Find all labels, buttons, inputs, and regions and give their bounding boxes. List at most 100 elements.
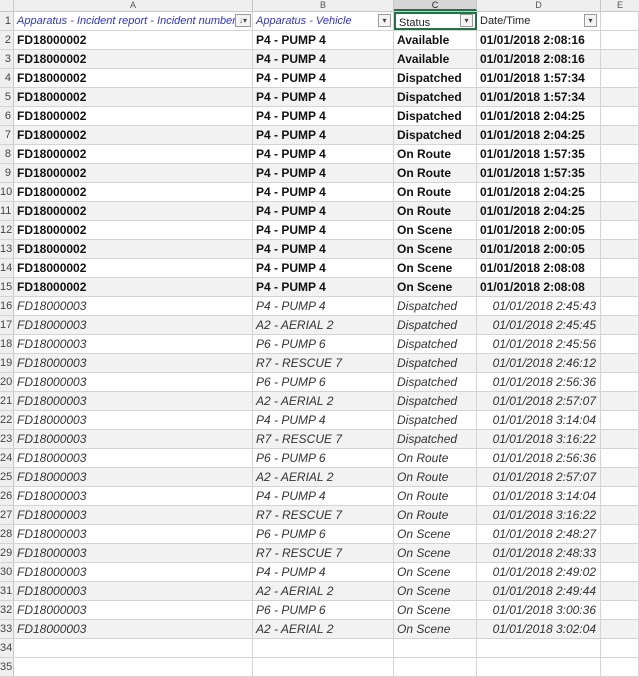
incident-number-cell[interactable]: FD18000003 xyxy=(14,392,253,410)
status-cell[interactable]: On Route xyxy=(394,506,477,524)
empty-cell[interactable] xyxy=(601,183,639,201)
status-cell[interactable]: On Route xyxy=(394,145,477,163)
empty-cell[interactable] xyxy=(601,316,639,334)
row-number[interactable]: 17 xyxy=(0,316,14,334)
status-cell[interactable]: On Route xyxy=(394,183,477,201)
status-cell[interactable]: Dispatched xyxy=(394,373,477,391)
incident-number-cell[interactable]: FD18000002 xyxy=(14,126,253,144)
row-number[interactable]: 27 xyxy=(0,506,14,524)
row-number[interactable]: 2 xyxy=(0,31,14,49)
empty-cell[interactable] xyxy=(601,525,639,543)
row-number[interactable]: 34 xyxy=(0,639,14,657)
vehicle-cell[interactable]: P4 - PUMP 4 xyxy=(253,126,394,144)
vehicle-cell[interactable]: P6 - PUMP 6 xyxy=(253,373,394,391)
status-cell[interactable]: On Scene xyxy=(394,278,477,296)
status-cell[interactable]: Dispatched xyxy=(394,354,477,372)
datetime-cell[interactable]: 01/01/2018 2:04:25 xyxy=(477,183,601,201)
row-number[interactable]: 19 xyxy=(0,354,14,372)
status-cell[interactable]: Dispatched xyxy=(394,411,477,429)
vehicle-cell[interactable]: P6 - PUMP 6 xyxy=(253,601,394,619)
datetime-cell[interactable]: 01/01/2018 2:45:43 xyxy=(477,297,601,315)
row-number[interactable]: 31 xyxy=(0,582,14,600)
vehicle-cell[interactable]: P4 - PUMP 4 xyxy=(253,297,394,315)
incident-number-cell[interactable]: FD18000003 xyxy=(14,316,253,334)
vehicle-cell[interactable]: P4 - PUMP 4 xyxy=(253,183,394,201)
column-header-b[interactable]: B xyxy=(253,0,394,11)
empty-cell[interactable] xyxy=(601,354,639,372)
incident-number-cell[interactable]: FD18000003 xyxy=(14,411,253,429)
row-number[interactable]: 5 xyxy=(0,88,14,106)
status-cell[interactable]: On Route xyxy=(394,468,477,486)
datetime-cell[interactable]: 01/01/2018 2:00:05 xyxy=(477,240,601,258)
empty-cell[interactable] xyxy=(394,658,477,676)
empty-cell[interactable] xyxy=(601,658,639,676)
empty-cell[interactable] xyxy=(14,639,253,657)
vehicle-cell[interactable]: P4 - PUMP 4 xyxy=(253,107,394,125)
datetime-cell[interactable]: 01/01/2018 2:45:56 xyxy=(477,335,601,353)
row-number[interactable]: 30 xyxy=(0,563,14,581)
incident-number-cell[interactable]: FD18000003 xyxy=(14,544,253,562)
empty-cell[interactable] xyxy=(601,164,639,182)
datetime-cell[interactable]: 01/01/2018 2:48:33 xyxy=(477,544,601,562)
row-number[interactable]: 3 xyxy=(0,50,14,68)
vehicle-cell[interactable]: P4 - PUMP 4 xyxy=(253,278,394,296)
incident-number-cell[interactable]: FD18000003 xyxy=(14,506,253,524)
select-all-corner[interactable] xyxy=(0,0,14,11)
row-number[interactable]: 12 xyxy=(0,221,14,239)
status-cell[interactable]: On Scene xyxy=(394,221,477,239)
row-number[interactable]: 35 xyxy=(0,658,14,676)
filter-dropdown-icon[interactable]: ▾ xyxy=(378,14,391,27)
datetime-cell[interactable]: 01/01/2018 1:57:35 xyxy=(477,145,601,163)
empty-cell[interactable] xyxy=(601,126,639,144)
row-number[interactable]: 23 xyxy=(0,430,14,448)
empty-cell[interactable] xyxy=(601,544,639,562)
incident-number-cell[interactable]: FD18000002 xyxy=(14,240,253,258)
row-number[interactable]: 16 xyxy=(0,297,14,315)
datetime-cell[interactable]: 01/01/2018 2:08:16 xyxy=(477,50,601,68)
status-cell[interactable]: Available xyxy=(394,50,477,68)
row-number[interactable]: 26 xyxy=(0,487,14,505)
filter-dropdown-icon[interactable]: ▾ xyxy=(460,14,473,27)
datetime-cell[interactable]: 01/01/2018 2:49:44 xyxy=(477,582,601,600)
empty-cell[interactable] xyxy=(601,335,639,353)
incident-number-cell[interactable]: FD18000003 xyxy=(14,354,253,372)
incident-number-cell[interactable]: FD18000003 xyxy=(14,620,253,638)
status-cell[interactable]: On Scene xyxy=(394,240,477,258)
row-number[interactable]: 32 xyxy=(0,601,14,619)
status-cell[interactable]: Dispatched xyxy=(394,430,477,448)
datetime-cell[interactable]: 01/01/2018 1:57:34 xyxy=(477,69,601,87)
empty-cell[interactable] xyxy=(601,12,639,30)
vehicle-cell[interactable]: R7 - RESCUE 7 xyxy=(253,430,394,448)
empty-cell[interactable] xyxy=(601,411,639,429)
row-number[interactable]: 13 xyxy=(0,240,14,258)
datetime-cell[interactable]: 01/01/2018 1:57:35 xyxy=(477,164,601,182)
datetime-cell[interactable]: 01/01/2018 2:56:36 xyxy=(477,373,601,391)
incident-number-cell[interactable]: FD18000003 xyxy=(14,468,253,486)
incident-number-cell[interactable]: FD18000003 xyxy=(14,582,253,600)
empty-cell[interactable] xyxy=(477,639,601,657)
incident-number-cell[interactable]: FD18000003 xyxy=(14,335,253,353)
row-number[interactable]: 6 xyxy=(0,107,14,125)
status-cell[interactable]: On Scene xyxy=(394,601,477,619)
empty-cell[interactable] xyxy=(601,620,639,638)
vehicle-cell[interactable]: P4 - PUMP 4 xyxy=(253,202,394,220)
vehicle-cell[interactable]: A2 - AERIAL 2 xyxy=(253,316,394,334)
incident-number-cell[interactable]: FD18000002 xyxy=(14,221,253,239)
incident-number-cell[interactable]: FD18000003 xyxy=(14,525,253,543)
vehicle-cell[interactable]: R7 - RESCUE 7 xyxy=(253,506,394,524)
row-number[interactable]: 10 xyxy=(0,183,14,201)
status-cell[interactable]: On Scene xyxy=(394,544,477,562)
row-number[interactable]: 14 xyxy=(0,259,14,277)
row-number[interactable]: 28 xyxy=(0,525,14,543)
incident-number-cell[interactable]: FD18000002 xyxy=(14,69,253,87)
empty-cell[interactable] xyxy=(601,487,639,505)
datetime-cell[interactable]: 01/01/2018 2:49:02 xyxy=(477,563,601,581)
incident-number-cell[interactable]: FD18000002 xyxy=(14,183,253,201)
empty-cell[interactable] xyxy=(601,50,639,68)
empty-cell[interactable] xyxy=(601,107,639,125)
status-cell[interactable]: Available xyxy=(394,31,477,49)
vehicle-cell[interactable]: R7 - RESCUE 7 xyxy=(253,544,394,562)
status-cell[interactable]: Dispatched xyxy=(394,335,477,353)
empty-cell[interactable] xyxy=(601,145,639,163)
empty-cell[interactable] xyxy=(394,639,477,657)
